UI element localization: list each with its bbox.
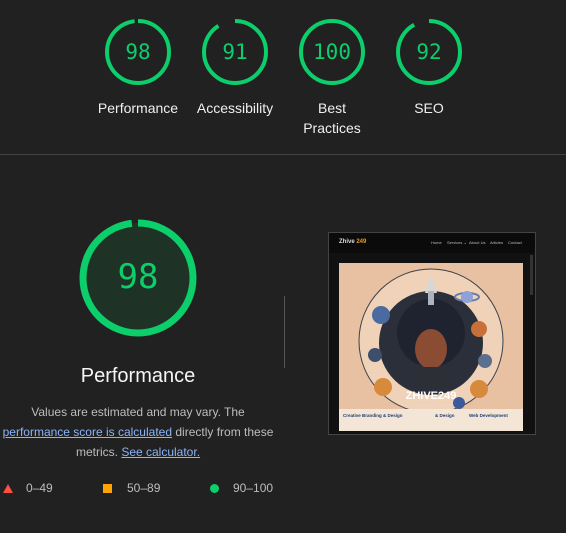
gauge-label: Best Practices — [303, 100, 361, 136]
vertical-divider — [284, 296, 285, 368]
legend-average: 50–89 — [127, 481, 161, 495]
pass-circle-icon — [210, 484, 219, 493]
hero-illustration: ZHIVE249 YOUR MARKETING AGENCY Creative … — [339, 263, 523, 431]
thumb-menu-item: Services ⌄ — [447, 240, 467, 245]
gauge-label: Performance — [97, 100, 179, 116]
category-gauges: 98 Performance 91 Accessibility 100 Best… — [0, 0, 566, 150]
thumb-menu-item: Contact — [508, 240, 522, 245]
thumb-menu-item: Home — [431, 240, 442, 245]
gauge-seo[interactable]: 92 SEO — [379, 14, 479, 118]
final-screenshot-thumbnail[interactable]: Zhive 249 Home Services ⌄ About Us Artic… — [328, 232, 536, 435]
thumb-navbar: Zhive 249 Home Services ⌄ About Us Artic… — [329, 233, 535, 253]
gauge-accessibility[interactable]: 91 Accessibility — [185, 14, 285, 118]
gauge-score: 91 — [222, 40, 248, 64]
estimate-note: Values are estimated and may vary. The p… — [0, 402, 276, 462]
thumb-logo: Zhive 249 — [339, 239, 367, 245]
service-item: Web Development — [469, 413, 508, 418]
note-text: Values are estimated and may vary. The — [31, 405, 245, 419]
section-divider — [0, 154, 566, 155]
gauge-label: Accessibility — [196, 100, 274, 116]
gauge-ring: 91 — [201, 18, 269, 86]
thumb-menu-item: About Us — [469, 240, 486, 245]
gauge-ring: 100 — [298, 18, 366, 86]
gauge-score: 92 — [416, 40, 442, 64]
service-item: Creative Branding & Design — [343, 413, 403, 418]
legend-fail: 0–49 — [26, 481, 53, 495]
gauge-performance[interactable]: 98 Performance — [88, 14, 188, 118]
score-legend: 0–49 50–89 90–100 — [0, 480, 290, 498]
score-calculation-link[interactable]: performance score is calculated — [3, 425, 172, 439]
thumb-scrollbar — [530, 255, 533, 295]
gauge-label: SEO — [414, 100, 444, 116]
legend-pass: 90–100 — [233, 481, 274, 495]
gauge-ring: 98 — [104, 18, 172, 86]
fail-triangle-icon — [3, 484, 13, 493]
hero-tagline: YOUR MARKETING AGENCY — [410, 403, 452, 407]
service-item: & Design — [435, 413, 455, 418]
gauge-best-practices[interactable]: 100 Best Practices — [282, 14, 382, 138]
performance-title: Performance — [80, 365, 196, 387]
average-square-icon — [103, 484, 112, 493]
gauge-score: 100 — [313, 40, 351, 64]
performance-score: 98 — [117, 257, 159, 297]
performance-gauge-large: 98 — [78, 218, 198, 338]
hero-brand: ZHIVE249 — [405, 390, 457, 402]
thumb-menu-item: Articles — [490, 240, 504, 245]
gauge-ring: 92 — [395, 18, 463, 86]
see-calculator-link[interactable]: See calculator. — [121, 445, 200, 459]
gauge-score: 98 — [125, 40, 151, 64]
